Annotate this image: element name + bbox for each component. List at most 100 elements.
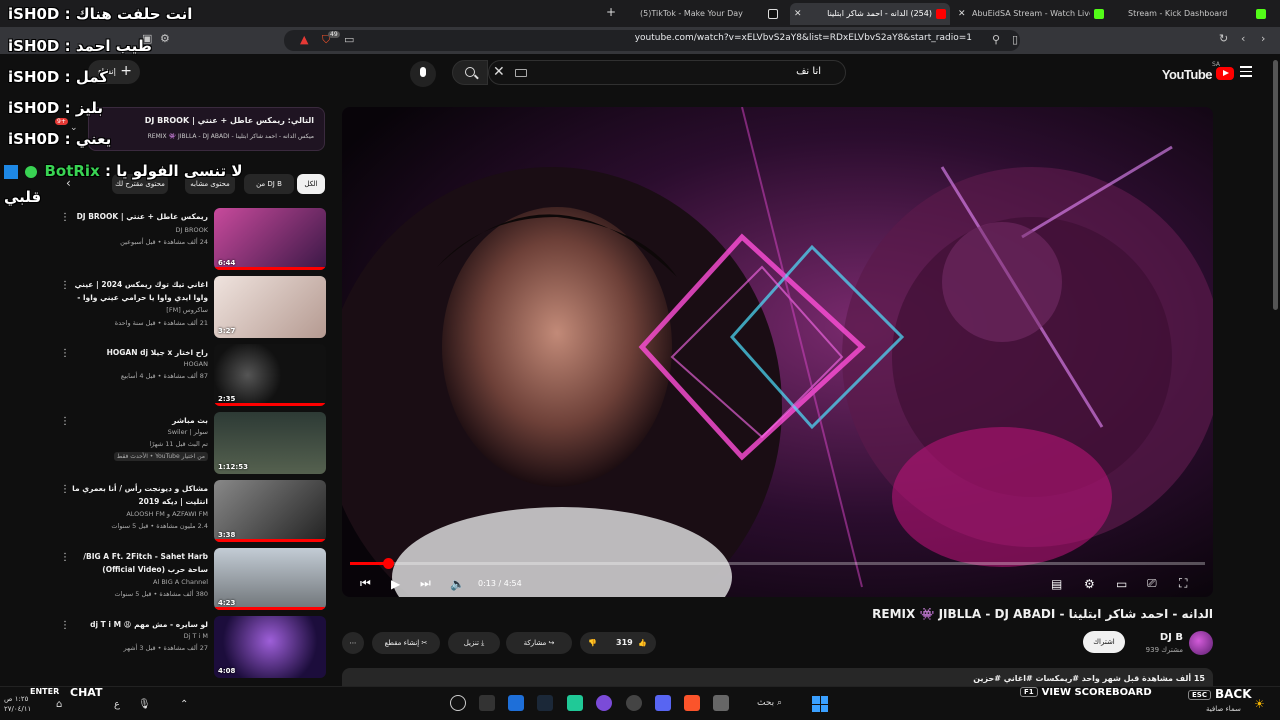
subscribe-button[interactable]: اشتراك [1083,631,1125,653]
obs-icon[interactable] [626,695,642,711]
rewards-icon[interactable]: ▲ [300,33,308,46]
volume-icon[interactable]: 🔈 [450,577,465,591]
play-icon[interactable]: ▶ [391,577,400,591]
more-icon[interactable]: ⋮ [60,484,70,495]
epic-games-icon[interactable] [479,695,495,711]
reload-icon[interactable]: ↻ [1219,32,1228,45]
progress-handle[interactable] [382,558,394,569]
scrollbar[interactable] [1273,60,1278,310]
video-thumbnail[interactable]: 3:38 [214,480,326,542]
steam-icon[interactable] [537,695,553,711]
windows-start-icon[interactable] [812,696,828,712]
video-thumbnail[interactable]: 4:08 [214,616,326,678]
keyboard-icon[interactable] [515,69,527,77]
video-player[interactable]: ⏮ ▶ ⏭ 🔈 0:13 / 4:54 ▤ ⚙ ▭ ⎚ ⛶ [342,107,1213,597]
tab-tiktok[interactable]: (5)TikTok - Make Your Day [622,3,782,25]
duration-badge: 2:35 [218,395,236,403]
chat-user: BotRix [44,162,100,180]
chip-from-channel[interactable]: من DJ B [244,174,294,194]
close-icon[interactable]: ✕ [958,3,966,25]
discord-icon[interactable] [655,695,671,711]
address-bar[interactable]: ▯ ⚲ youtube.com/watch?v=xELVbvS2aY8&list… [284,30,1020,51]
search-input[interactable]: انا نف ✕ [488,60,846,85]
related-title[interactable]: راح اختار x جيلا HOGAN dj [68,346,208,359]
close-icon[interactable]: ✕ [794,3,802,25]
fullscreen-icon[interactable]: ⛶ [1179,576,1187,591]
clear-search-icon[interactable]: ✕ [493,64,505,80]
channel-avatar[interactable] [1189,631,1213,655]
voice-search-icon[interactable] [410,61,436,87]
more-actions-icon[interactable]: ⋯ [342,632,364,654]
menu-icon[interactable] [1240,66,1252,80]
list-item[interactable]: 3:27 اغاني تيك توك ريمكس 2024 | عيني واو… [56,276,326,340]
more-icon[interactable]: ⋮ [60,552,70,563]
list-item[interactable]: 3:38 مشاكل و ديونجت رأس / أنا بعمري ما ا… [56,480,326,544]
extension-icon[interactable]: ⚙ [160,32,170,45]
app-icon[interactable] [596,695,612,711]
like-dislike-button[interactable]: 👎 319 👍 [580,632,656,654]
video-thumbnail[interactable]: 2:35 [214,344,326,406]
file-explorer-icon[interactable] [713,695,729,711]
tab-kick-dashboard[interactable]: Stream - Kick Dashboard [1110,3,1270,25]
related-title[interactable]: مشاكل و ديونجت رأس / أنا بعمري ما انتليت… [68,482,208,508]
clip-button[interactable]: إنشاء مقطع ✂ [372,632,440,654]
list-item[interactable]: 4:08 لو سايره - مش مهم 😩 dj T i M Dj T i… [56,616,326,680]
video-thumbnail[interactable]: 3:27 [214,276,326,338]
theater-mode-icon[interactable]: ▭ [1116,577,1127,591]
dislike-icon[interactable]: 👎 [588,632,597,654]
youtube-logo[interactable]: YouTube SA [1162,61,1234,83]
pin-icon [4,164,18,179]
related-title[interactable]: ريمكس عاطل + عنتي | DJ BROOK [68,210,208,223]
back-icon[interactable]: ‹ [1241,32,1245,45]
network-icon[interactable]: ⌂ [56,699,62,710]
video-thumbnail[interactable]: 6:44 [214,208,326,270]
next-icon[interactable]: ⏭ [420,576,431,591]
related-channel: ساكروس [FM] [166,306,208,314]
download-button[interactable]: تنزيل ⤓ [448,632,500,654]
chip-all[interactable]: الكل [297,174,325,194]
channel-name[interactable]: DJ B [1160,632,1183,643]
related-title[interactable]: BIG A Ft. 2Fitch - Sahet Harb/ ساحة حرب … [68,550,208,576]
language-indicator[interactable]: ع [114,699,120,710]
mix-subtitle: ميكس الدانه - احمد شاكر ابتلينا - REMIX … [147,133,314,140]
more-icon[interactable]: ⋮ [60,280,70,291]
mix-playlist-panel[interactable]: التالي: ريمكس عاطل + عنتي | DJ BROOK ميك… [88,107,325,151]
video-thumbnail[interactable]: 1:12:53 [214,412,326,474]
video-thumbnail[interactable]: 4:23 [214,548,326,610]
list-item[interactable]: 6:44 ريمكس عاطل + عنتي | DJ BROOK DJ BRO… [56,208,326,272]
list-item[interactable]: 2:35 راح اختار x جيلا HOGAN dj HOGAN 87 … [56,344,326,408]
site-settings-icon[interactable]: ⚲ [992,33,1000,46]
bookmark-icon[interactable]: ▯ [1012,33,1018,46]
chevron-up-icon[interactable]: ⌃ [180,699,188,710]
watched-bar [214,607,326,610]
cast-icon[interactable]: ⎚ [1147,576,1157,591]
subtitles-icon[interactable]: ▤ [1051,577,1062,591]
related-title[interactable]: لو سايره - مش مهم 😩 dj T i M [68,618,208,631]
more-icon[interactable]: ⋮ [60,348,70,359]
tab-abueid-stream[interactable]: ✕ AbuEidSA Stream - Watch Live o [954,3,1108,25]
app-icon[interactable] [508,695,524,711]
screen-icon[interactable]: ▭ [344,33,354,46]
previous-icon[interactable]: ⏮ [360,576,371,591]
share-button[interactable]: مشاركة ↪ [506,632,572,654]
tab-youtube-active[interactable]: ✕ (254) الدانه - احمد شاكر ابتلينا [790,3,950,25]
more-icon[interactable]: ⋮ [60,212,70,223]
search-button[interactable] [452,60,488,85]
app-icon[interactable] [450,695,466,711]
brave-icon[interactable] [684,695,700,711]
related-title[interactable]: بث مباشر [68,414,208,427]
microphone-icon[interactable]: 🎙 [138,699,151,710]
new-tab-icon[interactable]: + [606,5,616,19]
more-icon[interactable]: ⋮ [60,620,70,631]
search-taskbar[interactable]: بحث ⌕ [757,698,782,708]
related-title[interactable]: اغاني تيك توك ريمكس 2024 | عيني واوا ايد… [68,278,208,304]
more-icon[interactable]: ⋮ [60,416,70,427]
like-icon[interactable]: 👍 [638,632,647,654]
forward-icon[interactable]: › [1261,32,1265,45]
list-item[interactable]: 1:12:53 بث مباشر سولر | Swiler تم البث ق… [56,412,326,476]
app-icon[interactable] [567,695,583,711]
description-box[interactable]: 15 ألف مشاهدة قبل شهر واحد #ريمكسات #اغا… [342,668,1213,686]
settings-icon[interactable]: ⚙ [1084,577,1095,591]
progress-bar[interactable] [350,558,1205,569]
list-item[interactable]: 4:23 BIG A Ft. 2Fitch - Sahet Harb/ ساحة… [56,548,326,612]
